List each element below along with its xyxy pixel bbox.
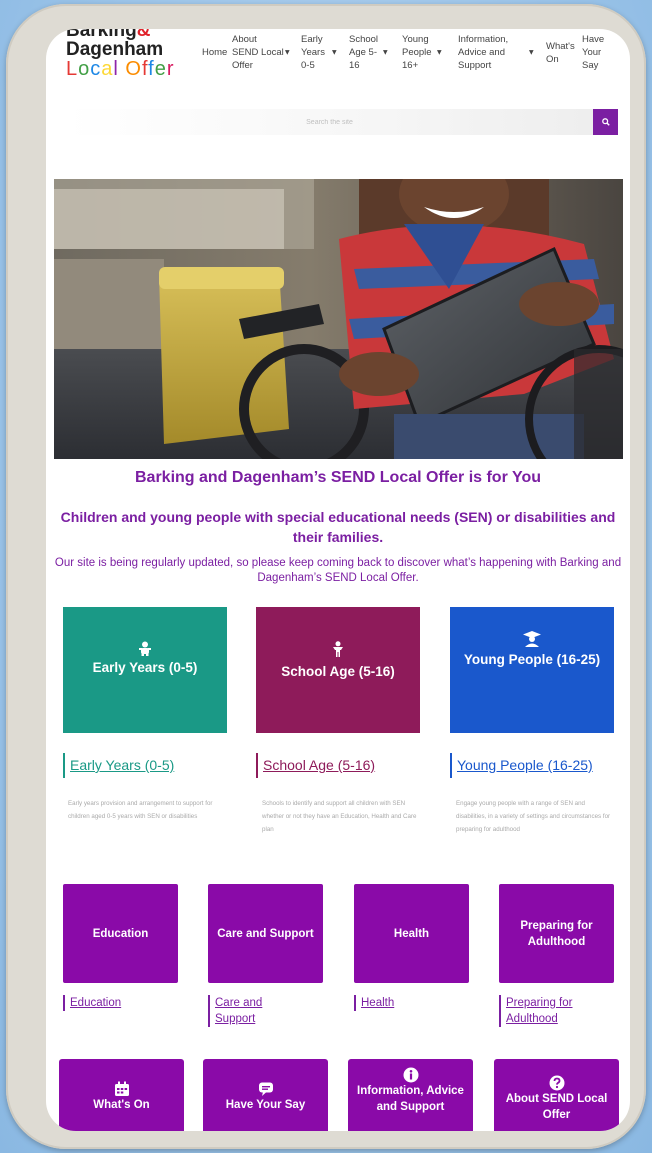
update-notice: Our site is being regularly updated, so … bbox=[54, 557, 622, 584]
card-school-age[interactable]: School Age (5-16) bbox=[256, 607, 420, 733]
nav-have-line-3: Say bbox=[582, 60, 599, 71]
nav-item-early-years[interactable]: Early Years 0-5 bbox=[301, 33, 325, 72]
card-whats-on[interactable]: What's On bbox=[59, 1059, 184, 1131]
search-button[interactable] bbox=[593, 109, 618, 135]
card-label: Care and Support bbox=[217, 927, 314, 940]
card-label: About SEND Local Offer bbox=[505, 1093, 608, 1121]
nav-item-school-age[interactable]: School Age 5- 16 bbox=[349, 33, 378, 72]
nav-info-line-2: Advice and bbox=[458, 47, 506, 58]
browser-viewport: Barking& Dagenham Local Offer Home About… bbox=[46, 29, 630, 1131]
nav-whats-line-1: What's bbox=[546, 41, 575, 52]
nav-item-whats-on[interactable]: What's On bbox=[546, 40, 575, 66]
card-care-and-support[interactable]: Care and Support bbox=[208, 884, 323, 983]
calendar-icon bbox=[114, 1081, 129, 1096]
description-young-people: Engage young people with a range of SEN … bbox=[456, 800, 611, 833]
card-about-send-local-offer[interactable]: About SEND Local Offer bbox=[494, 1059, 619, 1131]
nav-item-about[interactable]: About SEND Local Offer bbox=[232, 33, 284, 72]
description-school-age: Schools to identify and support all chil… bbox=[262, 800, 417, 833]
main-navigation: Home About SEND Local Offer ▼ Early Year… bbox=[196, 33, 626, 75]
chevron-down-icon[interactable]: ▼ bbox=[437, 49, 442, 56]
link-school-age[interactable]: School Age (5-16) bbox=[256, 753, 375, 778]
card-label: Early Years (0-5) bbox=[92, 660, 198, 675]
nav-item-have-your-say[interactable]: Have Your Say bbox=[582, 33, 604, 72]
link-early-years[interactable]: Early Years (0-5) bbox=[63, 753, 174, 778]
card-young-people[interactable]: Young People (16-25) bbox=[450, 607, 614, 733]
link-education[interactable]: Education bbox=[63, 995, 173, 1011]
nav-about-line-3: Offer bbox=[232, 60, 253, 71]
baby-icon bbox=[139, 641, 151, 656]
nav-young-line-3: 16+ bbox=[402, 60, 419, 71]
logo-letter: c bbox=[90, 58, 102, 80]
card-have-your-say[interactable]: Have Your Say bbox=[203, 1059, 328, 1131]
device-frame: Barking& Dagenham Local Offer Home About… bbox=[6, 4, 646, 1149]
card-early-years[interactable]: Early Years (0-5) bbox=[63, 607, 227, 733]
nav-item-young-people[interactable]: Young People 16+ bbox=[402, 33, 432, 72]
chevron-down-icon[interactable]: ▼ bbox=[332, 49, 337, 56]
card-preparing-for-adulthood[interactable]: Preparing for Adulthood bbox=[499, 884, 614, 983]
hero-photo bbox=[54, 179, 623, 459]
page-title: Barking and Dagenham’s SEND Local Offer … bbox=[134, 469, 541, 486]
site-search bbox=[66, 109, 618, 135]
logo-letter: L bbox=[66, 58, 79, 80]
nav-school-line-1: School bbox=[349, 34, 379, 45]
card-label: Health bbox=[393, 927, 430, 940]
chevron-down-icon[interactable]: ▼ bbox=[529, 49, 534, 56]
child-icon bbox=[333, 641, 343, 657]
nav-have-line-2: Your bbox=[582, 47, 602, 58]
card-health[interactable]: Health bbox=[354, 884, 469, 983]
logo-line-3: Local Offer bbox=[66, 59, 186, 79]
chevron-down-icon[interactable]: ▼ bbox=[285, 49, 290, 56]
info-icon bbox=[403, 1067, 418, 1083]
chat-icon bbox=[258, 1082, 273, 1096]
question-icon bbox=[549, 1075, 564, 1091]
card-label: School Age (5-16) bbox=[281, 664, 395, 679]
logo-letter: O bbox=[125, 58, 142, 80]
logo-letter: a bbox=[101, 58, 114, 80]
link-health[interactable]: Health bbox=[354, 995, 464, 1011]
card-education[interactable]: Education bbox=[63, 884, 178, 983]
nav-info-line-1: Information, bbox=[458, 34, 509, 45]
page-subtitle: Children and young people with special e… bbox=[60, 509, 616, 545]
nav-whats-line-2: On bbox=[546, 54, 559, 65]
logo-letter: e bbox=[154, 58, 167, 80]
nav-item-home[interactable]: Home bbox=[202, 46, 227, 59]
search-icon bbox=[601, 117, 610, 126]
nav-school-line-2: Age 5- bbox=[349, 47, 377, 58]
logo-letter: r bbox=[166, 58, 175, 80]
nav-early-line-3: 0-5 bbox=[301, 60, 315, 71]
card-label: Have Your Say bbox=[225, 1099, 306, 1111]
card-label: Information, Advice and Support bbox=[357, 1085, 464, 1113]
logo-line-2: Dagenham bbox=[66, 39, 164, 60]
search-input[interactable] bbox=[66, 109, 593, 135]
card-information-advice-support[interactable]: Information, Advice and Support bbox=[348, 1059, 473, 1131]
nav-young-line-1: Young bbox=[402, 34, 429, 45]
logo-letter: o bbox=[78, 58, 91, 80]
link-young-people[interactable]: Young People (16-25) bbox=[450, 753, 593, 778]
link-care-and-support[interactable]: Care and Support bbox=[208, 995, 288, 1027]
link-preparing-for-adulthood[interactable]: Preparing for Adulthood bbox=[499, 995, 599, 1027]
nav-young-line-2: People bbox=[402, 47, 432, 58]
nav-about-line-1: About bbox=[232, 34, 257, 45]
nav-school-line-3: 16 bbox=[349, 60, 360, 71]
nav-about-line-2: SEND Local bbox=[232, 47, 284, 58]
nav-item-information[interactable]: Information, Advice and Support bbox=[458, 33, 508, 72]
card-label: Young People (16-25) bbox=[463, 652, 601, 667]
description-early-years: Early years provision and arrangement to… bbox=[68, 800, 213, 820]
nav-early-line-1: Early bbox=[301, 34, 323, 45]
nav-early-line-2: Years bbox=[301, 47, 325, 58]
card-label: What's On bbox=[93, 1099, 150, 1111]
site-logo[interactable]: Barking& Dagenham Local Offer bbox=[66, 29, 186, 79]
nav-info-line-3: Support bbox=[458, 60, 492, 71]
nav-have-line-1: Have bbox=[582, 34, 605, 45]
card-label: Education bbox=[92, 927, 149, 940]
chevron-down-icon[interactable]: ▼ bbox=[383, 49, 388, 56]
graduate-icon bbox=[523, 631, 541, 647]
card-label: Preparing for Adulthood bbox=[520, 919, 593, 948]
hero-image bbox=[54, 179, 623, 459]
